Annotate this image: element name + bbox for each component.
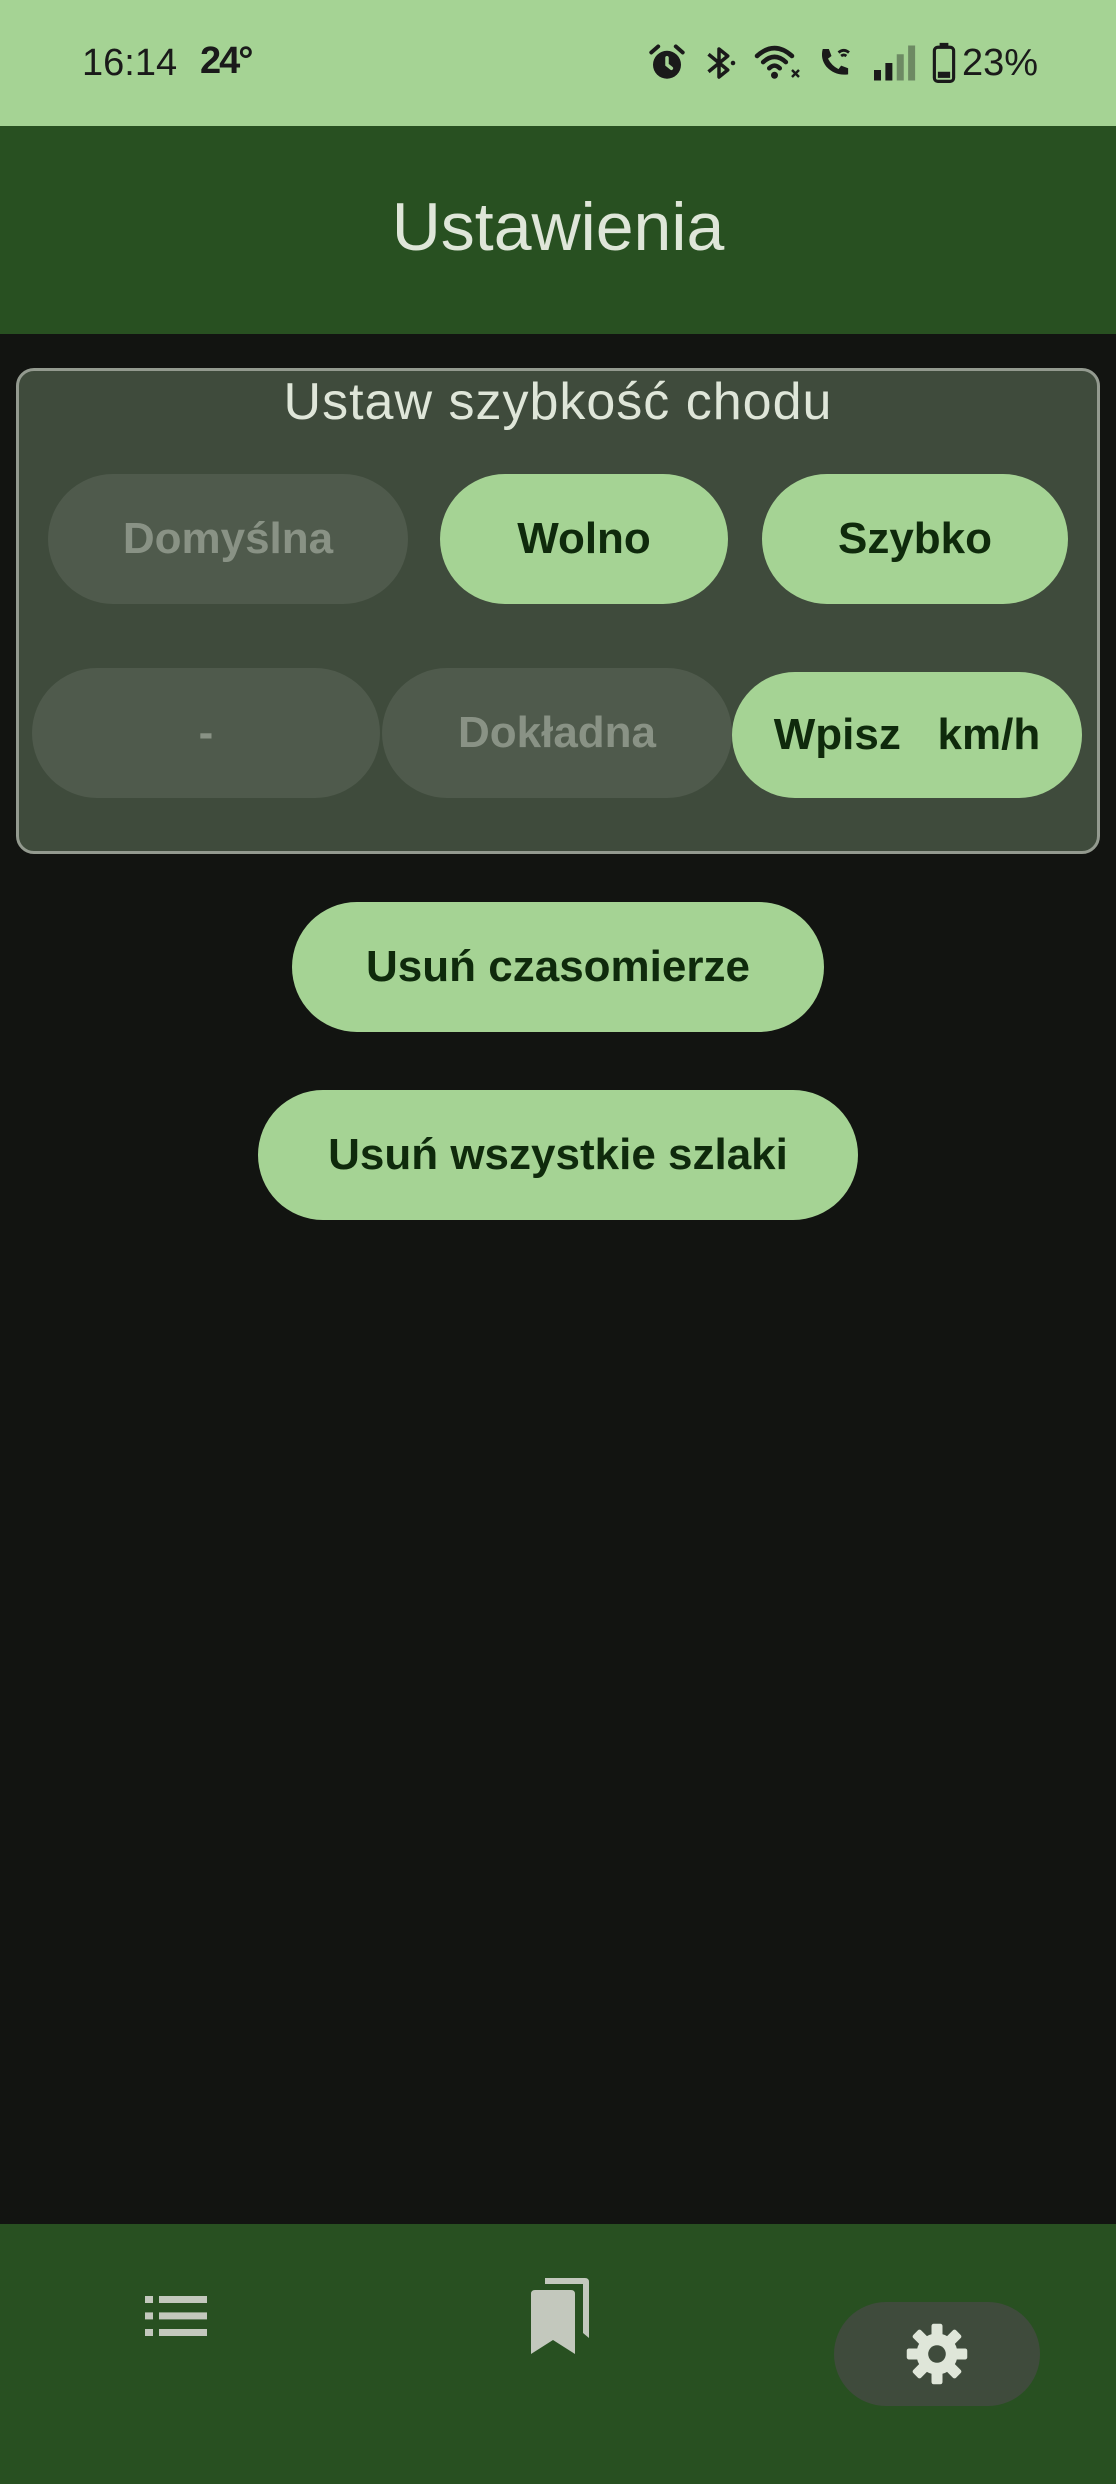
- page-title: Ustawienia: [391, 189, 725, 265]
- signal-icon: [874, 45, 916, 81]
- battery-icon: [932, 42, 956, 83]
- bookmarks-icon: [531, 2278, 589, 2354]
- bottom-navigation: [0, 2224, 1116, 2484]
- speed-fast-label: Szybko: [837, 514, 993, 563]
- status-bar: 16:14 24° 23%: [0, 0, 1116, 126]
- screen: 16:14 24° 23% Ustawienia Ustaw szybkość …: [0, 0, 1116, 2484]
- settings-gear-icon: [906, 2323, 968, 2385]
- speed-slow-label: Wolno: [517, 514, 651, 563]
- status-temperature: 24°: [200, 40, 253, 82]
- speed-enter-kmh-button[interactable]: Wpisz km/h: [732, 672, 1082, 798]
- nav-settings-button[interactable]: [834, 2302, 1040, 2406]
- list-icon: [145, 2296, 207, 2336]
- app-bar: Ustawienia: [0, 126, 1116, 334]
- speed-default-button[interactable]: Domyślna: [48, 474, 408, 604]
- wifi-call-icon: [821, 48, 850, 75]
- speed-fast-button[interactable]: Szybko: [762, 474, 1068, 604]
- status-time: 16:14: [82, 42, 178, 84]
- walking-speed-title: Ustaw szybkość chodu: [283, 373, 833, 431]
- delete-all-trails-label: Usuń wszystkie szlaki: [328, 1130, 788, 1179]
- speed-dash-label: -: [198, 708, 214, 757]
- clear-timers-label: Usuń czasomierze: [366, 942, 750, 991]
- speed-dash-button[interactable]: -: [32, 668, 380, 798]
- speed-precise-label: Dokładna: [457, 708, 657, 757]
- nav-bookmarks-button[interactable]: [482, 2264, 634, 2368]
- speed-precise-button[interactable]: Dokładna: [382, 668, 732, 798]
- wifi-icon: [754, 45, 800, 79]
- delete-all-trails-button[interactable]: Usuń wszystkie szlaki: [258, 1090, 858, 1220]
- battery-percentage: 23%: [962, 42, 1039, 84]
- alarm-icon: [649, 44, 685, 79]
- bluetooth-icon: [707, 47, 736, 79]
- speed-enter-kmh-label: Wpisz km/h: [773, 710, 1041, 759]
- speed-default-label: Domyślna: [122, 514, 334, 563]
- speed-slow-button[interactable]: Wolno: [440, 474, 728, 604]
- nav-list-button[interactable]: [100, 2264, 252, 2368]
- clear-timers-button[interactable]: Usuń czasomierze: [292, 902, 824, 1032]
